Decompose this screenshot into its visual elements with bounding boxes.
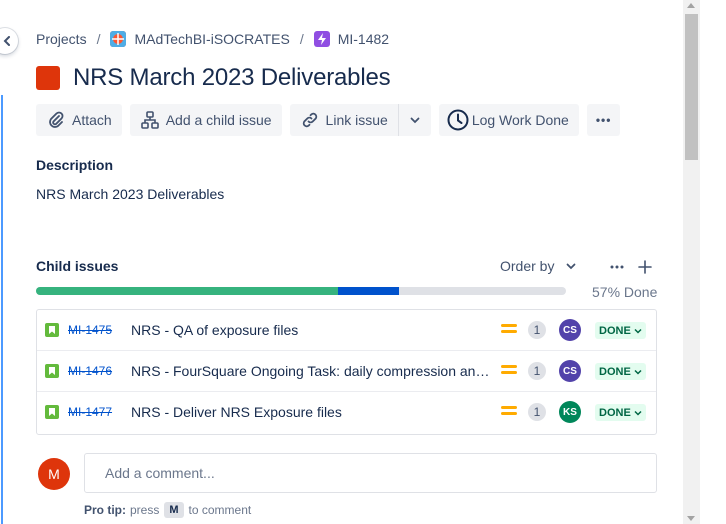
link-issue-label: Link issue	[325, 112, 388, 128]
attach-button[interactable]: Attach	[36, 104, 122, 136]
progress-inprogress-segment	[338, 287, 400, 295]
breadcrumb-separator: /	[299, 31, 304, 47]
priority-medium-icon	[501, 406, 517, 418]
child-issue-summary[interactable]: NRS - Deliver NRS Exposure files	[131, 404, 493, 420]
add-child-label: Add a child issue	[165, 112, 272, 128]
priority-medium-icon	[501, 324, 517, 336]
link-icon	[302, 112, 317, 128]
description-heading: Description	[36, 157, 114, 173]
comment-input[interactable]: Add a comment...	[84, 453, 657, 493]
link-issue-dropdown[interactable]	[397, 104, 431, 136]
collapse-sidebar-button[interactable]	[0, 28, 18, 54]
status-label: DONE	[599, 324, 631, 337]
avatar[interactable]: CS	[559, 360, 581, 382]
chevron-down-icon	[634, 410, 642, 416]
status-badge[interactable]: DONE	[595, 363, 646, 380]
status-label: DONE	[599, 365, 631, 378]
attach-label: Attach	[72, 112, 112, 128]
pro-tip-label: Pro tip:	[84, 503, 126, 517]
child-progress-bar	[36, 287, 566, 295]
story-icon	[45, 323, 59, 337]
list-item[interactable]: MI-1477 NRS - Deliver NRS Exposure files…	[37, 392, 656, 433]
child-more-button[interactable]	[605, 255, 629, 279]
estimate-badge: 1	[528, 403, 546, 421]
log-work-label: Log Work Done	[471, 112, 569, 128]
log-work-button[interactable]: Log Work Done	[438, 104, 579, 136]
paperclip-icon	[49, 111, 64, 128]
chevron-down-icon	[634, 369, 642, 375]
chevron-down-icon	[567, 263, 576, 270]
shortcut-key: M	[164, 502, 184, 518]
child-issue-summary[interactable]: NRS - QA of exposure files	[131, 322, 493, 338]
more-icon: •••	[595, 113, 612, 127]
progress-percent: 57% Done	[592, 284, 658, 300]
child-issue-key[interactable]: MI-1477	[68, 405, 112, 419]
status-label: DONE	[599, 406, 631, 419]
chevron-down-icon	[634, 328, 642, 334]
avatar[interactable]: KS	[559, 401, 581, 423]
breadcrumb: Projects / MAdTechBI-iSOCRATES / MI-1482	[36, 29, 389, 49]
status-badge[interactable]: DONE	[595, 322, 646, 339]
estimate-badge: 1	[528, 321, 546, 339]
scroll-down-icon[interactable]	[687, 516, 695, 521]
child-issue-key[interactable]: MI-1475	[68, 323, 112, 337]
hierarchy-icon	[140, 111, 159, 129]
priority-medium-icon	[501, 365, 517, 377]
list-item[interactable]: MI-1476 NRS - FourSquare Ongoing Task: d…	[37, 351, 656, 392]
epic-type-icon	[36, 66, 60, 90]
avatar: M	[38, 458, 70, 490]
plus-icon	[638, 260, 652, 274]
clock-icon	[447, 109, 469, 131]
breadcrumb-issue-key[interactable]: MI-1482	[338, 31, 389, 47]
pro-tip-suffix: to comment	[188, 503, 252, 517]
project-avatar-icon	[110, 31, 127, 47]
breadcrumb-projects[interactable]: Projects	[36, 31, 87, 47]
child-issues-heading: Child issues	[36, 258, 119, 274]
pro-tip-press: press	[130, 503, 160, 517]
page-title[interactable]: NRS March 2023 Deliverables	[73, 64, 391, 92]
more-icon	[610, 265, 624, 269]
story-icon	[45, 364, 59, 378]
child-issues-list: MI-1475 NRS - QA of exposure files 1 CS …	[36, 309, 657, 435]
scroll-up-icon[interactable]	[687, 3, 695, 8]
child-issues-actions	[605, 255, 657, 279]
title-row: NRS March 2023 Deliverables	[36, 64, 391, 92]
chevron-down-icon	[410, 117, 420, 124]
order-by-dropdown[interactable]: Order by	[500, 258, 578, 274]
issue-toolbar: Attach Add a child issue Link issue Log …	[36, 104, 628, 136]
child-issue-summary[interactable]: NRS - FourSquare Ongoing Task: daily com…	[131, 363, 493, 379]
order-by-label: Order by	[500, 258, 555, 274]
subtask-type-icon	[313, 31, 330, 47]
scrollbar[interactable]	[683, 0, 700, 524]
breadcrumb-separator: /	[96, 31, 101, 47]
story-icon	[45, 405, 59, 419]
chevron-left-icon	[3, 36, 10, 46]
scroll-thumb[interactable]	[685, 14, 698, 160]
focus-indicator	[1, 95, 3, 524]
child-issue-key[interactable]: MI-1476	[68, 364, 112, 378]
avatar[interactable]: CS	[559, 319, 581, 341]
status-badge[interactable]: DONE	[595, 404, 646, 421]
estimate-badge: 1	[528, 362, 546, 380]
add-child-button[interactable]	[633, 255, 657, 279]
right-panel-edge	[700, 0, 726, 524]
progress-done-segment	[36, 287, 339, 295]
breadcrumb-project[interactable]: MAdTechBI-iSOCRATES	[134, 31, 289, 47]
pro-tip: Pro tip: press M to comment	[84, 502, 251, 518]
more-actions-button[interactable]: •••	[586, 104, 621, 136]
list-item[interactable]: MI-1475 NRS - QA of exposure files 1 CS …	[37, 310, 656, 351]
add-child-issue-button[interactable]: Add a child issue	[129, 104, 282, 136]
description-body[interactable]: NRS March 2023 Deliverables	[36, 186, 224, 202]
link-issue-button[interactable]: Link issue	[289, 104, 398, 136]
